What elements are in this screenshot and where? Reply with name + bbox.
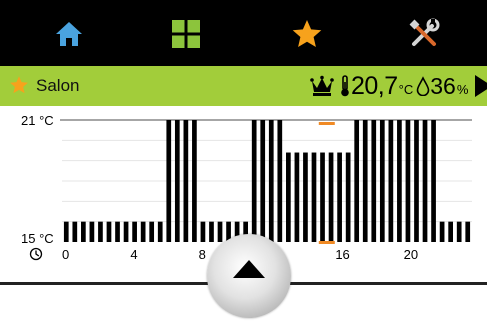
nav-grid-button[interactable]	[162, 10, 210, 58]
current-time-marker-top	[318, 122, 335, 125]
nav-home-button[interactable]	[45, 10, 93, 58]
grid-icon	[172, 20, 200, 48]
chart-bar	[345, 152, 351, 242]
room-status: 20,7 °C 36 %	[310, 69, 487, 103]
chart-bar	[98, 221, 103, 242]
top-nav-bar	[0, 0, 487, 66]
current-time-marker-bottom	[318, 241, 335, 244]
chart-bar	[320, 152, 325, 242]
temperature-unit: °C	[398, 81, 414, 97]
chart-bar	[72, 221, 78, 242]
chart-bar	[277, 120, 283, 242]
chart-bar	[286, 152, 291, 242]
chart-bar	[123, 221, 129, 242]
chart-bar	[157, 221, 163, 242]
x-tick-label: 0	[62, 247, 69, 262]
x-tick-label: 20	[404, 247, 418, 262]
x-tick-label: 4	[130, 247, 137, 262]
crown-icon	[310, 75, 334, 96]
room-name: Salon	[36, 76, 80, 95]
chart-bar	[63, 221, 69, 242]
chart-bar	[311, 152, 317, 242]
star-icon	[292, 20, 322, 47]
x-tick-label: 16	[335, 247, 349, 262]
chart-bar	[251, 120, 257, 242]
chart-bar	[328, 152, 334, 242]
y-min-label: 15 °C	[21, 231, 54, 246]
nav-favorites-button[interactable]	[283, 10, 331, 58]
chart-bar	[81, 221, 86, 242]
chart-bar	[422, 120, 428, 242]
chart-bar	[268, 120, 274, 242]
chart-bar	[371, 120, 377, 242]
favorite-star-icon[interactable]	[9, 75, 29, 95]
chart-bar	[439, 221, 445, 242]
chart-bar	[260, 120, 266, 242]
chart-bar	[106, 221, 112, 242]
nav-settings-button[interactable]	[400, 10, 448, 58]
chart-bar	[303, 152, 308, 242]
chart-bar	[337, 152, 342, 242]
scroll-up-button[interactable]	[207, 234, 291, 318]
y-max-label: 21 °C	[21, 113, 54, 128]
temperature-value: 20,7	[351, 71, 398, 100]
home-icon	[56, 22, 82, 46]
humidity-unit: %	[456, 81, 469, 97]
chart-bar	[294, 152, 300, 242]
drop-icon	[416, 76, 430, 96]
chart-bar	[379, 120, 385, 242]
room-header: Salon 20,7 °C 36 %	[0, 66, 487, 106]
chart-bar	[431, 120, 436, 242]
chart-bar	[132, 221, 137, 242]
chart-gridlines	[62, 139, 472, 223]
chart-bar	[465, 221, 471, 242]
chart-bar	[140, 221, 146, 242]
chart-bar	[200, 221, 206, 242]
clock-icon	[29, 247, 43, 261]
caret-up-icon	[233, 260, 265, 278]
chart-bar	[456, 221, 462, 242]
x-tick-label: 8	[199, 247, 206, 262]
chart-bar	[448, 221, 453, 242]
chart-bar	[149, 221, 155, 242]
humidity-value: 36	[430, 72, 456, 99]
chart-bar	[115, 221, 120, 242]
play-arrow-icon[interactable]	[473, 74, 487, 98]
chart-bar	[414, 120, 419, 242]
chart-bar	[192, 120, 197, 242]
thermometer-icon	[341, 75, 349, 97]
chart-bar	[354, 120, 360, 242]
chart-bar	[89, 221, 95, 242]
chart-bar	[174, 120, 180, 242]
chart-bar	[362, 120, 368, 242]
chart-bar	[388, 120, 394, 242]
tools-icon	[409, 18, 440, 46]
chart-bar	[397, 120, 402, 242]
chart-bar	[166, 120, 172, 242]
chart-bar	[183, 120, 189, 242]
chart-bar	[405, 120, 411, 242]
